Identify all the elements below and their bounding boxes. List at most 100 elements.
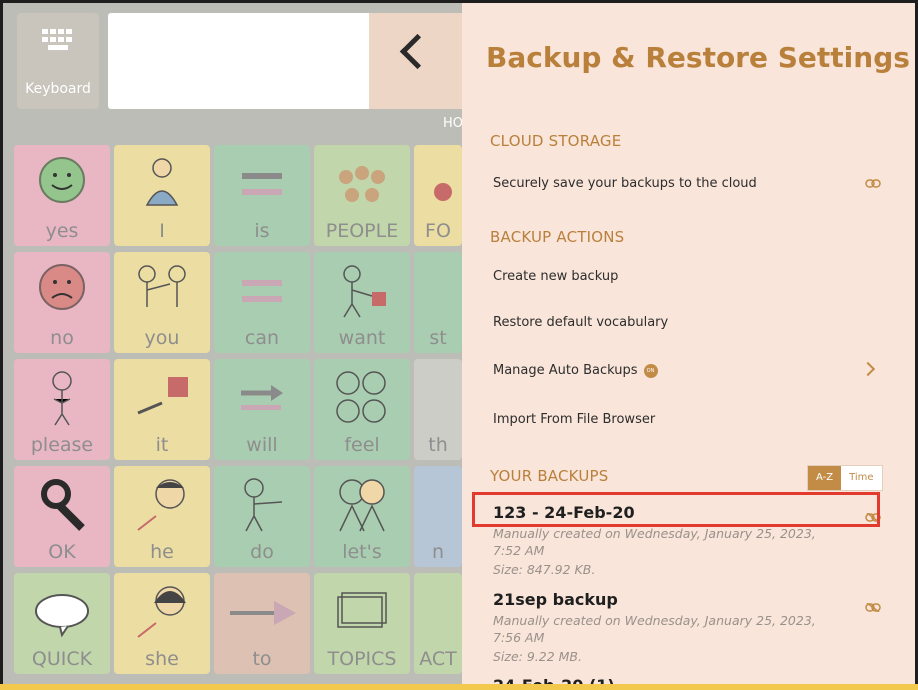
tile-word: you	[144, 327, 180, 349]
tile-word: QUICK	[31, 648, 93, 670]
tile-word: he	[150, 541, 174, 563]
backup-item-size: Size: 9.22 MB.	[493, 649, 582, 664]
backup-item-created: Manually created on Wednesday, January 2…	[493, 613, 816, 645]
tile-quick[interactable]: QUICK	[14, 573, 110, 674]
tile-word: st	[429, 327, 447, 349]
tile-that[interactable]: th	[414, 359, 462, 460]
tile-activities[interactable]: ACT	[414, 573, 462, 674]
tile-word: th	[428, 434, 448, 456]
home-label: HO	[443, 116, 464, 131]
tile-he[interactable]: he	[114, 466, 210, 567]
tile-feel[interactable]: feel	[314, 359, 410, 460]
restore-default-row[interactable]: Restore default vocabulary	[493, 315, 668, 330]
tile-stop[interactable]: st	[414, 252, 462, 353]
person-self-icon	[145, 158, 179, 206]
link-icon	[865, 179, 881, 188]
tile-word: is	[254, 220, 270, 242]
sort-toggle: A-Z Time	[807, 465, 883, 491]
tile-ok[interactable]: OK	[14, 466, 110, 567]
auto-backup-on-badge: ON	[643, 363, 658, 378]
tile-please[interactable]: please	[14, 359, 110, 460]
backup-actions-header: BACKUP ACTIONS	[490, 228, 625, 246]
tile-word: will	[246, 434, 278, 456]
feelings-faces-icon	[336, 371, 386, 423]
speech-bubble-icon	[35, 594, 89, 638]
cloud-storage-header: CLOUD STORAGE	[490, 132, 622, 150]
cloud-storage-row[interactable]: Securely save your backups to the cloud	[493, 176, 757, 191]
tile-word: OK	[48, 541, 76, 563]
tile-word: to	[252, 648, 272, 670]
backup-item-size: Size: 847.92 KB.	[493, 562, 596, 577]
tile-word: let's	[342, 541, 382, 563]
person-doing-icon	[244, 478, 283, 532]
boy-face-icon	[137, 479, 185, 531]
tile-word: please	[30, 434, 94, 456]
back-arrow-icon	[399, 33, 436, 70]
tile-is[interactable]: is	[214, 145, 310, 246]
smiley-sad-icon	[39, 264, 85, 310]
tile-topics[interactable]: TOPICS	[314, 573, 410, 674]
backup-item-name[interactable]: 21sep backup	[493, 590, 618, 609]
tile-no[interactable]: no	[14, 252, 110, 353]
arrow-right-icon	[241, 385, 283, 410]
keyboard-button[interactable]: Keyboard	[17, 13, 99, 109]
tile-people[interactable]: PEOPLE	[314, 145, 410, 246]
smiley-happy-icon	[39, 157, 85, 203]
person-wanting-icon	[343, 265, 386, 318]
sort-az-button[interactable]: A-Z	[808, 466, 842, 490]
backup-item-created: Manually created on Wednesday, January 2…	[493, 526, 816, 558]
tile-word: TOPICS	[327, 648, 397, 670]
import-file-row[interactable]: Import From File Browser	[493, 412, 655, 427]
tile-word: it	[155, 434, 169, 456]
manage-auto-backups-label: Manage Auto Backups	[493, 363, 638, 378]
panel-title: Backup & Restore Settings	[486, 41, 910, 74]
your-backups-header: YOUR BACKUPS	[490, 467, 609, 485]
tile-not[interactable]: n	[414, 466, 462, 567]
tile-she[interactable]: she	[114, 573, 210, 674]
create-backup-row[interactable]: Create new backup	[493, 269, 618, 284]
tile-want[interactable]: want	[314, 252, 410, 353]
tile-word: no	[50, 327, 74, 349]
tile-word: want	[338, 327, 386, 349]
selection-highlight	[472, 492, 880, 527]
tile-word: yes	[45, 220, 79, 242]
tile-word: do	[250, 541, 274, 563]
tile-it[interactable]: it	[114, 359, 210, 460]
chevron-right-icon[interactable]	[860, 361, 876, 377]
point-at-object-icon	[137, 377, 188, 415]
keyboard-label: Keyboard	[25, 81, 91, 97]
tile-i[interactable]: I	[114, 145, 210, 246]
tile-word: FO	[425, 220, 451, 242]
tile-lets[interactable]: let's	[314, 466, 410, 567]
equals-faded-icon	[242, 280, 282, 302]
app-window: Keyboard HO yes I is PEOPLE FO no you ca…	[0, 0, 918, 690]
message-bar[interactable]	[108, 13, 373, 109]
tile-will[interactable]: will	[214, 359, 310, 460]
tile-word: I	[159, 220, 165, 242]
tile-word: n	[431, 541, 445, 563]
tile-you[interactable]: you	[114, 252, 210, 353]
pointing-people-icon	[138, 265, 186, 307]
person-please-icon	[52, 371, 72, 426]
tile-food[interactable]: FO	[414, 145, 462, 246]
tile-yes[interactable]: yes	[14, 145, 110, 246]
girl-face-icon	[137, 586, 186, 638]
unlink-icon[interactable]	[865, 603, 881, 612]
tile-word: ACT	[419, 648, 457, 670]
sort-time-button[interactable]: Time	[841, 466, 882, 490]
back-button[interactable]	[369, 13, 463, 109]
tile-word: feel	[344, 434, 380, 456]
tile-to[interactable]: to	[214, 573, 310, 674]
tile-word: she	[145, 648, 179, 670]
two-people-icon	[339, 479, 385, 532]
tile-word: PEOPLE	[325, 220, 399, 242]
equals-icon	[242, 173, 282, 195]
manage-auto-backups-row[interactable]: Manage Auto Backups ON	[493, 363, 658, 378]
tile-do[interactable]: do	[214, 466, 310, 567]
tile-word: can	[244, 327, 280, 349]
food-icon	[434, 183, 452, 201]
keyboard-icon	[38, 29, 78, 57]
tile-can[interactable]: can	[214, 252, 310, 353]
topics-grid-icon	[337, 592, 387, 628]
backup-restore-panel: Backup & Restore Settings CLOUD STORAGE …	[462, 3, 915, 687]
